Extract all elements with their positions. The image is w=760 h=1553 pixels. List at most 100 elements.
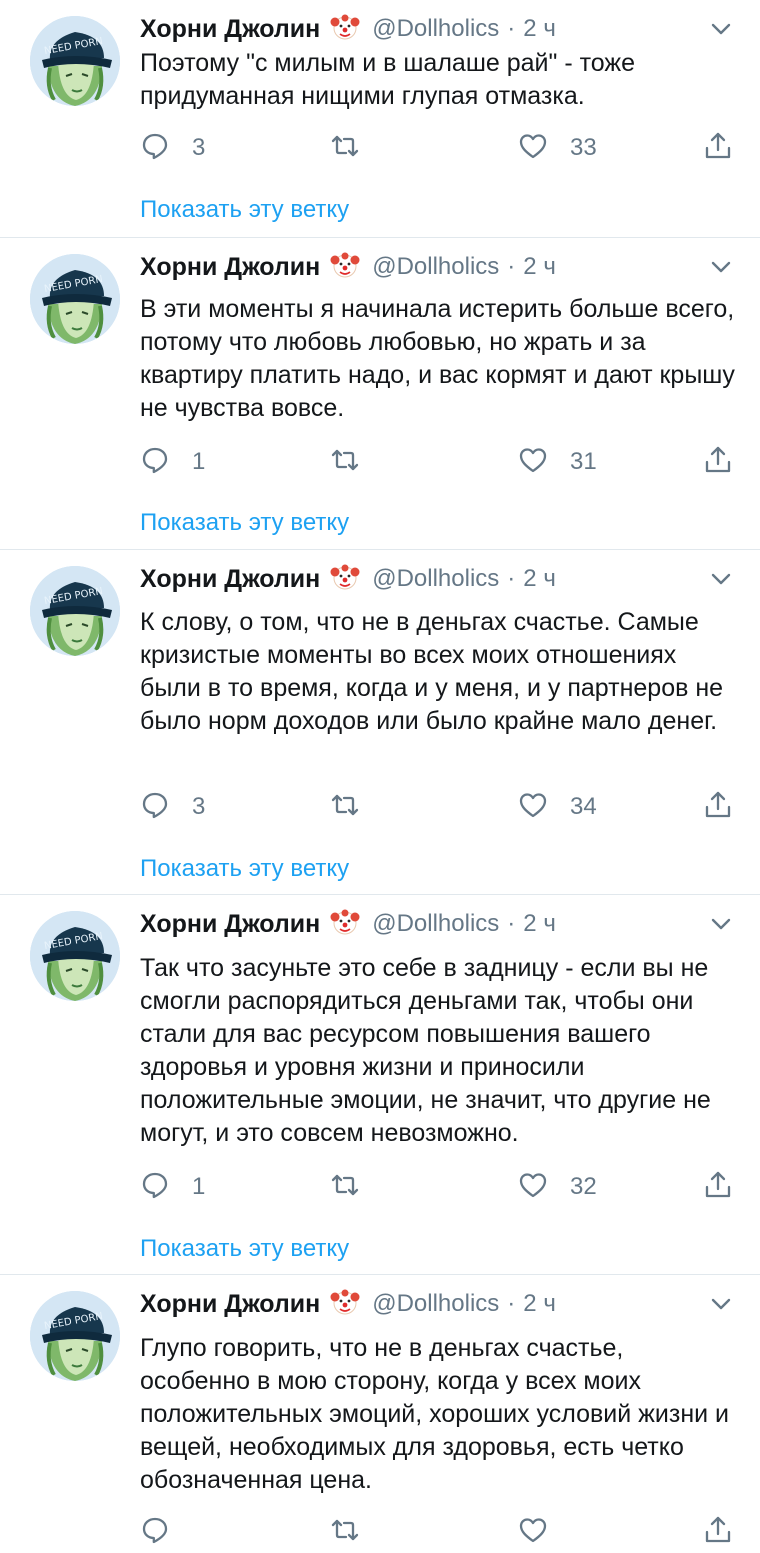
tweet-text: Так что засуньте это себе в задницу - ес… bbox=[140, 954, 711, 1147]
chevron-down-icon[interactable] bbox=[708, 16, 734, 42]
tweet[interactable]: NEED PORN Хорни Джолин @Dollholics · 2 ч… bbox=[0, 238, 760, 550]
user-handle[interactable]: @Dollholics bbox=[372, 15, 499, 43]
timestamp[interactable]: 2 ч bbox=[523, 1290, 556, 1318]
timestamp[interactable]: 2 ч bbox=[523, 565, 556, 593]
tweet-actions bbox=[140, 1515, 740, 1549]
share-button[interactable] bbox=[703, 790, 733, 824]
share-button[interactable] bbox=[703, 445, 733, 479]
show-thread-link[interactable]: Показать эту ветку bbox=[140, 196, 349, 224]
like-count: 33 bbox=[570, 134, 597, 161]
user-handle[interactable]: @Dollholics bbox=[372, 910, 499, 938]
user-handle[interactable]: @Dollholics bbox=[372, 1290, 499, 1318]
like-icon bbox=[518, 131, 548, 166]
clown-face-emoji bbox=[320, 12, 360, 47]
display-name[interactable]: Хорни Джолин bbox=[140, 910, 320, 939]
clown-face-emoji bbox=[320, 1287, 360, 1322]
reply-icon bbox=[140, 1170, 170, 1205]
tweet-actions: 1 31 bbox=[140, 445, 740, 479]
retweet-button[interactable] bbox=[330, 445, 382, 479]
like-count: 31 bbox=[570, 448, 597, 475]
avatar[interactable]: NEED PORN bbox=[30, 254, 120, 344]
reply-icon bbox=[140, 131, 170, 166]
timestamp[interactable]: 2 ч bbox=[523, 15, 556, 43]
timestamp[interactable]: 2 ч bbox=[523, 253, 556, 281]
user-handle[interactable]: @Dollholics bbox=[372, 253, 499, 281]
chevron-down-icon[interactable] bbox=[708, 1291, 734, 1317]
reply-button[interactable]: 1 bbox=[140, 1170, 205, 1204]
reply-count: 3 bbox=[192, 134, 206, 161]
show-thread-link[interactable]: Показать эту ветку bbox=[140, 855, 349, 883]
like-button[interactable]: 34 bbox=[518, 790, 597, 824]
separator-dot: · bbox=[507, 910, 516, 937]
tweet-text: В эти моменты я начинала истерить больше… bbox=[140, 295, 735, 422]
chevron-down-icon[interactable] bbox=[708, 566, 734, 592]
display-name[interactable]: Хорни Джолин bbox=[140, 15, 320, 44]
tweet-header: Хорни Джолин @Dollholics · 2 ч bbox=[140, 12, 740, 46]
tweet-header: Хорни Джолин @Dollholics · 2 ч bbox=[140, 250, 740, 284]
retweet-icon bbox=[330, 1170, 360, 1205]
avatar[interactable]: NEED PORN bbox=[30, 1291, 120, 1381]
like-icon bbox=[518, 1170, 548, 1205]
like-button[interactable] bbox=[518, 1515, 570, 1549]
avatar[interactable]: NEED PORN bbox=[30, 566, 120, 656]
display-name[interactable]: Хорни Джолин bbox=[140, 1290, 320, 1319]
clown-face-emoji bbox=[320, 562, 360, 597]
retweet-icon bbox=[330, 131, 360, 166]
reply-count: 1 bbox=[192, 1173, 206, 1200]
tweet-actions: 3 33 bbox=[140, 131, 740, 165]
share-icon bbox=[703, 445, 733, 480]
tweet-text: К слову, о том, что не в деньгах счастье… bbox=[140, 608, 724, 735]
share-icon bbox=[703, 1515, 733, 1550]
show-thread-link[interactable]: Показать эту ветку bbox=[140, 509, 349, 537]
like-button[interactable]: 33 bbox=[518, 131, 597, 165]
like-button[interactable]: 31 bbox=[518, 445, 597, 479]
separator-dot: · bbox=[507, 15, 516, 42]
retweet-icon bbox=[330, 445, 360, 480]
reply-count: 3 bbox=[192, 793, 206, 820]
reply-icon bbox=[140, 445, 170, 480]
tweet[interactable]: NEED PORN Хорни Джолин @Dollholics · 2 ч… bbox=[0, 550, 760, 895]
tweet-actions: 1 32 bbox=[140, 1170, 740, 1204]
tweet[interactable]: NEED PORN Хорни Джолин @Dollholics · 2 ч… bbox=[0, 0, 760, 238]
like-count: 32 bbox=[570, 1173, 597, 1200]
share-icon bbox=[703, 1170, 733, 1205]
timestamp[interactable]: 2 ч bbox=[523, 910, 556, 938]
share-button[interactable] bbox=[703, 1515, 733, 1549]
share-button[interactable] bbox=[703, 1170, 733, 1204]
display-name[interactable]: Хорни Джолин bbox=[140, 565, 320, 594]
display-name[interactable]: Хорни Джолин bbox=[140, 253, 320, 282]
like-icon bbox=[518, 1515, 548, 1550]
like-count: 34 bbox=[570, 793, 597, 820]
retweet-icon bbox=[330, 790, 360, 825]
tweet[interactable]: NEED PORN Хорни Джолин @Dollholics · 2 ч… bbox=[0, 895, 760, 1275]
separator-dot: · bbox=[507, 1290, 516, 1317]
tweet-header: Хорни Джолин @Dollholics · 2 ч bbox=[140, 907, 740, 941]
reply-icon bbox=[140, 790, 170, 825]
retweet-icon bbox=[330, 1515, 360, 1550]
like-icon bbox=[518, 445, 548, 480]
avatar[interactable]: NEED PORN bbox=[30, 911, 120, 1001]
reply-button[interactable]: 3 bbox=[140, 131, 205, 165]
retweet-button[interactable] bbox=[330, 131, 382, 165]
user-handle[interactable]: @Dollholics bbox=[372, 565, 499, 593]
show-thread-link[interactable]: Показать эту ветку bbox=[140, 1235, 349, 1263]
retweet-button[interactable] bbox=[330, 790, 382, 824]
reply-button[interactable]: 1 bbox=[140, 445, 205, 479]
share-button[interactable] bbox=[703, 131, 733, 165]
avatar[interactable]: NEED PORN bbox=[30, 16, 120, 106]
chevron-down-icon[interactable] bbox=[708, 911, 734, 937]
tweet[interactable]: NEED PORN Хорни Джолин @Dollholics · 2 ч… bbox=[0, 1275, 760, 1553]
tweet-header: Хорни Джолин @Dollholics · 2 ч bbox=[140, 562, 740, 596]
tweet-actions: 3 34 bbox=[140, 790, 740, 824]
reply-icon bbox=[140, 1515, 170, 1550]
like-button[interactable]: 32 bbox=[518, 1170, 597, 1204]
reply-button[interactable] bbox=[140, 1515, 192, 1549]
chevron-down-icon[interactable] bbox=[708, 254, 734, 280]
retweet-button[interactable] bbox=[330, 1170, 382, 1204]
share-icon bbox=[703, 131, 733, 166]
retweet-button[interactable] bbox=[330, 1515, 382, 1549]
clown-face-emoji bbox=[320, 250, 360, 285]
separator-dot: · bbox=[507, 253, 516, 280]
clown-face-emoji bbox=[320, 907, 360, 942]
reply-button[interactable]: 3 bbox=[140, 790, 205, 824]
